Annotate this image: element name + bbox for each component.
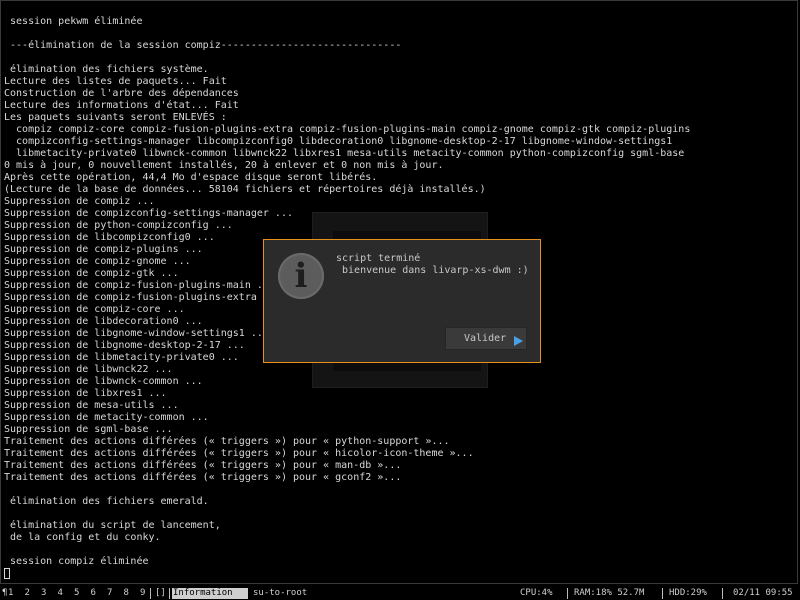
cursor-arrow-icon bbox=[514, 336, 523, 346]
terminal-line: de la config et du conky. bbox=[4, 532, 161, 543]
workspace-tag-6[interactable]: 6 bbox=[91, 587, 96, 600]
workspace-tag-5[interactable]: 5 bbox=[74, 587, 79, 600]
terminal-line: Suppression de python-compizconfig ... bbox=[4, 220, 233, 231]
workspace-tag-9[interactable]: 9 bbox=[140, 587, 145, 600]
terminal-line: 0 mis à jour, 0 nouvellement installés, … bbox=[4, 160, 444, 171]
terminal-line: Suppression de libgnome-window-settings1… bbox=[4, 328, 269, 339]
terminal-line: Suppression de libgnome-desktop-2-17 ... bbox=[4, 340, 245, 351]
terminal-line: Suppression de libmetacity-private0 ... bbox=[4, 352, 239, 363]
terminal-line: Suppression de compiz-fusion-plugins-ext… bbox=[4, 292, 281, 303]
terminal-line: session compiz éliminée bbox=[4, 556, 149, 567]
status-bar: ¶ [] Information su-to-root CPU:4% RAM:1… bbox=[0, 587, 800, 600]
terminal-line: Suppression de compiz-plugins ... bbox=[4, 244, 203, 255]
valider-button-label: Valider bbox=[464, 333, 507, 344]
cpu-usage: CPU:4% bbox=[520, 588, 553, 598]
terminal-line: Suppression de compiz-fusion-plugins-mai… bbox=[4, 280, 275, 291]
terminal-line: libmetacity-private0 libwnck-common libw… bbox=[4, 148, 685, 159]
divider bbox=[150, 588, 151, 599]
terminal-line: Traitement des actions différées (« trig… bbox=[4, 448, 474, 459]
terminal-line: ---élimination de la session compiz-----… bbox=[4, 40, 402, 51]
terminal-line: Suppression de libdecoration0 ... bbox=[4, 316, 203, 327]
ram-usage: RAM:18% 52.7M bbox=[574, 588, 645, 598]
window-tab-information[interactable]: Information bbox=[172, 588, 248, 599]
window-tab-su-to-root[interactable]: su-to-root bbox=[253, 587, 307, 600]
workspace-tag-2[interactable]: 2 bbox=[25, 587, 30, 600]
valider-button[interactable]: Valider bbox=[445, 327, 527, 350]
hdd-usage: HDD:29% bbox=[669, 588, 707, 598]
divider bbox=[567, 588, 568, 599]
terminal-line: Les paquets suivants seront ENLEVÉS : bbox=[4, 112, 227, 123]
terminal-line: élimination du script de lancement, bbox=[4, 520, 221, 531]
information-dialog[interactable]: i script terminé bienvenue dans livarp-x… bbox=[263, 239, 541, 363]
dialog-message-body: bienvenue dans livarp-xs-dwm :) bbox=[336, 265, 529, 276]
terminal-line: compizconfig-settings-manager libcompizc… bbox=[4, 136, 673, 147]
terminal-line: Suppression de compiz-core ... bbox=[4, 304, 185, 315]
terminal-line: Suppression de compiz-gtk ... bbox=[4, 268, 179, 279]
layout-indicator[interactable]: [] bbox=[155, 587, 166, 600]
terminal-line: Après cette opération, 44,4 Mo d'espace … bbox=[4, 172, 378, 183]
workspace-tag-4[interactable]: 4 bbox=[58, 587, 63, 600]
workspace-tag-8[interactable]: 8 bbox=[124, 587, 129, 600]
terminal-line: élimination des fichiers emerald. bbox=[4, 496, 209, 507]
divider bbox=[169, 588, 170, 599]
terminal-line: élimination des fichiers système. bbox=[4, 64, 209, 75]
terminal-line: Suppression de compiz-gnome ... bbox=[4, 256, 191, 267]
terminal-line: Construction de l'arbre des dépendances bbox=[4, 88, 239, 99]
terminal-line: compiz compiz-core compiz-fusion-plugins… bbox=[4, 124, 691, 135]
divider bbox=[662, 588, 663, 599]
terminal-line: Lecture des informations d'état... Fait bbox=[4, 100, 239, 111]
terminal-line: Suppression de libcompizconfig0 ... bbox=[4, 232, 215, 243]
clock: 02/11 09:55 bbox=[733, 588, 793, 598]
terminal-line: session pekwm éliminée bbox=[4, 16, 143, 27]
terminal-line: (Lecture de la base de données... 58104 … bbox=[4, 184, 486, 195]
terminal-cursor bbox=[4, 568, 10, 579]
divider bbox=[722, 588, 723, 599]
terminal-line: Suppression de mesa-utils ... bbox=[4, 400, 179, 411]
terminal-line: Suppression de libwnck22 ... bbox=[4, 364, 173, 375]
info-icon: i bbox=[278, 253, 324, 299]
terminal-line: Suppression de libwnck-common ... bbox=[4, 376, 203, 387]
terminal-line: Suppression de compiz ... bbox=[4, 196, 155, 207]
terminal-line: Traitement des actions différées (« trig… bbox=[4, 472, 402, 483]
terminal-line: Suppression de sgml-base ... bbox=[4, 424, 173, 435]
workspace-tag-7[interactable]: 7 bbox=[107, 587, 112, 600]
workspace-tag-3[interactable]: 3 bbox=[41, 587, 46, 600]
terminal-line: Suppression de compizconfig-settings-man… bbox=[4, 208, 293, 219]
dialog-message-title: script terminé bbox=[336, 253, 421, 264]
layout-symbol: ¶ bbox=[2, 588, 8, 598]
terminal-line: Lecture des listes de paquets... Fait bbox=[4, 76, 227, 87]
terminal-line: Suppression de libxres1 ... bbox=[4, 388, 167, 399]
terminal-line: Traitement des actions différées (« trig… bbox=[4, 460, 402, 471]
workspace-tag-1[interactable]: 1 bbox=[8, 587, 13, 600]
terminal-line: Traitement des actions différées (« trig… bbox=[4, 436, 450, 447]
terminal-line: Suppression de metacity-common ... bbox=[4, 412, 209, 423]
